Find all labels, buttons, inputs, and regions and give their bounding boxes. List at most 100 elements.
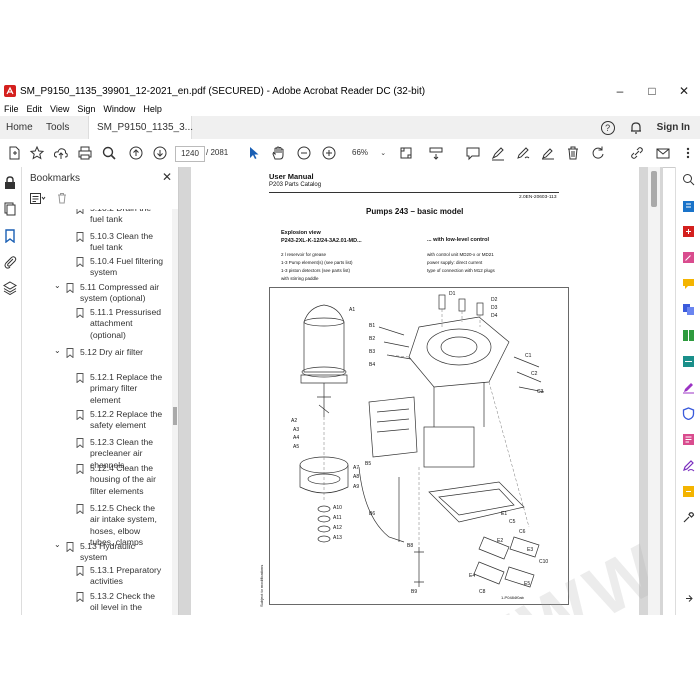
draw-pencil-icon[interactable] [515,145,531,161]
bookmark-item[interactable]: 5.10.4 Fuel filtering system [76,256,164,279]
prepare-form-icon[interactable] [682,433,695,446]
fill-sign-tool-icon[interactable] [682,381,695,394]
document-scroll-thumb[interactable] [651,171,657,207]
zoom-level-value: 66% [352,148,369,157]
send-for-review-icon[interactable] [682,485,695,498]
page-number-input[interactable]: 1240 [175,146,205,162]
rotate-icon[interactable] [590,145,606,161]
upload-cloud-icon[interactable] [53,145,69,161]
svg-text:A1: A1 [349,307,355,313]
bookmark-item[interactable]: 5.13.2 Check the oil level in the hydrau… [76,591,164,615]
svg-text:E3: E3 [527,547,533,553]
find-icon[interactable] [101,145,117,161]
document-viewport[interactable]: User Manual P203 Parts Catalog 2.0EN-206… [179,167,663,615]
zoom-search-icon[interactable] [682,173,695,186]
document-scrollbar[interactable] [648,167,660,615]
bookmark-icon[interactable] [3,229,17,243]
bookmarks-options [22,189,178,207]
bell-icon[interactable] [629,121,643,135]
bookmarks-scrollbar[interactable] [172,209,178,615]
zoom-out-icon[interactable] [296,145,312,161]
tab-document[interactable]: SM_P9150_1135_3... × [88,116,193,156]
export-pdf-icon[interactable] [682,200,695,213]
create-pdf-icon[interactable] [682,225,695,238]
share-link-icon[interactable] [629,145,645,161]
bookmark-ribbon-icon [76,438,84,448]
menu-window[interactable]: Window [99,102,139,116]
bookmark-item[interactable]: 5.12.4 Clean the housing of the air filt… [76,463,164,497]
bookmark-options-icon[interactable] [30,192,46,204]
email-icon[interactable] [655,145,671,161]
zoom-level-dropdown[interactable]: 66% ⌄ [352,146,386,161]
page-thumbnails-icon[interactable] [3,202,17,216]
tab-tools[interactable]: Tools [46,116,69,139]
scrolling-mode-icon[interactable] [428,145,444,161]
window-controls: – □ ✕ [604,80,700,102]
fill-sign-icon[interactable] [540,145,556,161]
expand-chevron-icon[interactable]: ⌄ [54,345,61,356]
menu-sign[interactable]: Sign [73,102,99,116]
bookmark-item[interactable]: 5.12.2 Replace the safety element [76,409,164,432]
collapse-panel-icon[interactable] [682,592,695,605]
sign-in-button[interactable]: Sign In [657,122,690,133]
next-page-icon[interactable] [152,145,168,161]
scan-ocr-icon[interactable] [682,355,695,368]
right-tools-rail [675,167,700,615]
maximize-button[interactable]: □ [636,80,668,102]
side-note: Subject to modifications [259,564,264,607]
help-icon[interactable]: ? [600,120,615,135]
svg-text:A5: A5 [293,444,299,450]
combine-files-icon[interactable] [682,303,695,316]
bookmark-item[interactable]: 5.10.2 Drain the fuel tank [76,209,164,226]
layers-icon[interactable] [3,281,17,295]
bookmark-item[interactable]: 5.10.3 Clean the fuel tank [76,231,164,254]
menu-edit[interactable]: Edit [23,102,47,116]
spec-line: power supply: direct current [427,260,483,265]
tab-home[interactable]: Home [6,116,33,139]
highlight-pen-icon[interactable] [490,145,506,161]
print-icon[interactable] [77,145,93,161]
lock-icon[interactable] [3,176,17,190]
request-signature-icon[interactable] [682,459,695,472]
select-cursor-icon[interactable] [246,145,262,161]
menu-view[interactable]: View [46,102,73,116]
comment-tool-icon[interactable] [682,277,695,290]
svg-text:D3: D3 [491,305,498,311]
previous-page-icon[interactable] [128,145,144,161]
bookmark-item[interactable]: ⌄ 5.13 Hydraulic system [54,540,164,564]
bookmark-item[interactable]: ⌄ 5.11 Compressed air system (optional) [54,281,164,305]
menu-file[interactable]: File [0,102,23,116]
attachment-icon[interactable] [3,255,17,269]
bookmark-item[interactable]: 5.11.1 Pressurised attachment (optional) [76,307,164,341]
svg-text:B2: B2 [369,336,375,342]
fit-page-icon[interactable] [398,145,414,161]
close-window-button[interactable]: ✕ [668,80,700,102]
hand-tool-icon[interactable] [270,145,286,161]
more-tools-wrench-icon[interactable] [682,511,695,524]
minimize-button[interactable]: – [604,80,636,102]
close-panel-icon[interactable]: ✕ [162,170,172,184]
protect-icon[interactable] [682,407,695,420]
bookmark-ribbon-icon [76,410,84,420]
bookmark-item[interactable]: ⌄ 5.12 Dry air filter [54,346,164,358]
svg-text:C6: C6 [519,529,526,535]
organize-pages-icon[interactable] [682,329,695,342]
bookmark-ribbon-icon [76,504,84,514]
bookmark-item[interactable]: 5.12.1 Replace the primary filter elemen… [76,372,164,406]
expand-chevron-icon[interactable]: ⌄ [54,280,61,291]
bookmark-item[interactable]: 5.13.1 Preparatory activities [76,565,164,588]
expand-chevron-icon[interactable]: ⌄ [54,539,61,550]
delete-bookmark-icon[interactable] [56,192,68,204]
star-icon[interactable] [29,145,45,161]
delete-trash-icon[interactable] [565,145,581,161]
svg-text:B1: B1 [369,323,375,329]
bookmarks-scroll-thumb[interactable] [173,407,177,425]
comment-icon[interactable] [465,145,481,161]
section-title: Pumps 243 – basic model [366,207,464,216]
new-document-icon[interactable] [6,145,22,161]
menu-help[interactable]: Help [139,102,166,116]
more-tools-icon[interactable] [680,145,696,161]
header-rule [269,192,559,193]
edit-pdf-icon[interactable] [682,251,695,264]
zoom-in-icon[interactable] [321,145,337,161]
